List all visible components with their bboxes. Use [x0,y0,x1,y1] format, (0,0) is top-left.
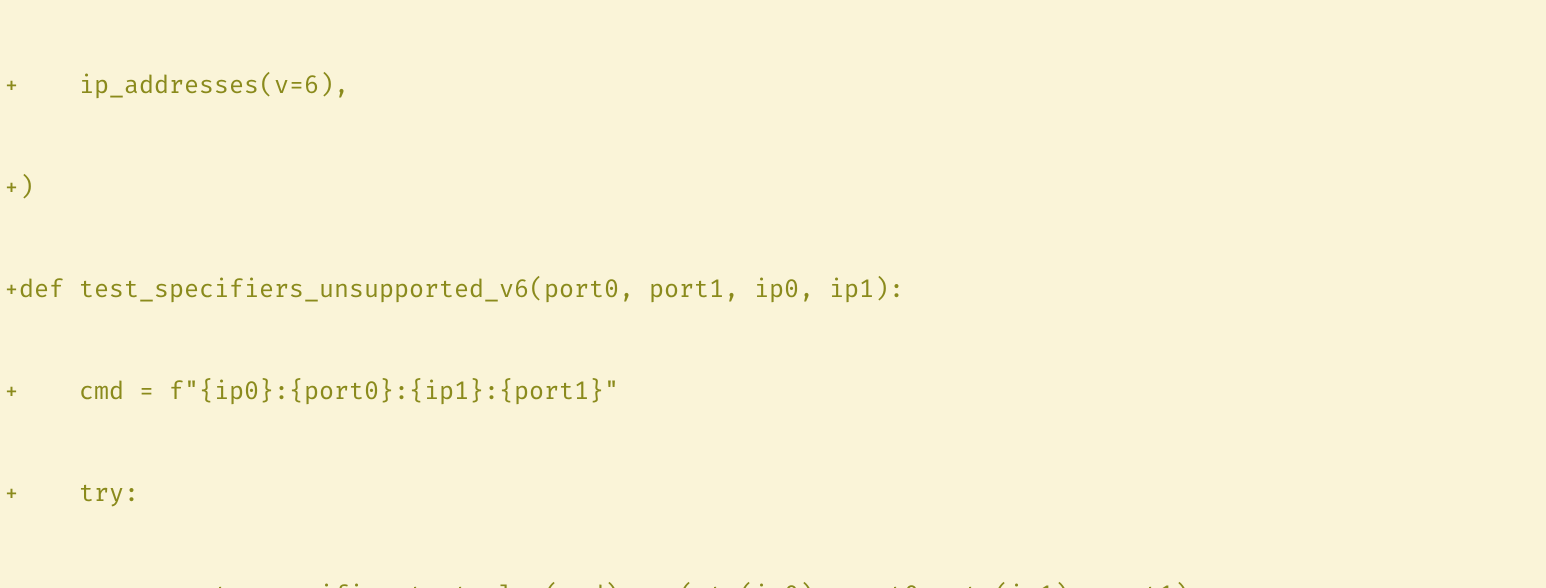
code-line: + cmd = f"{ip0}:{port0}:{ip1}:{port1}" [4,374,1546,408]
code-line: + assert _specifier_to_tuples(cmd) == (s… [4,578,1546,588]
code-line: +def test_specifiers_unsupported_v6(port… [4,272,1546,306]
code-line: + ip_addresses(v=6), [4,68,1546,102]
code-line: +) [4,170,1546,204]
diff-output: + ip_addresses(v=6), +) +def test_specif… [0,0,1546,588]
code-line: + try: [4,476,1546,510]
